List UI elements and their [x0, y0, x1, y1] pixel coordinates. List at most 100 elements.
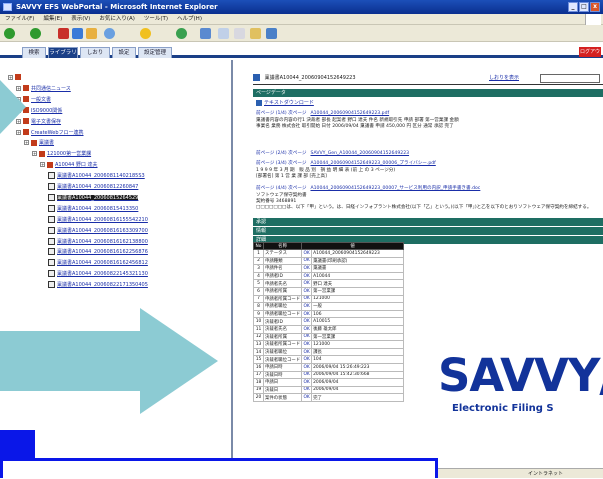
table-row: 19 決裁日 OK 2006/09/04 — [253, 385, 404, 395]
row-value: 106 — [311, 309, 404, 319]
window-titlebar: SAVVY EFS WebPortal - Microsoft Internet… — [0, 0, 603, 14]
show-bookmark-link[interactable]: しおりを表示 — [489, 72, 519, 85]
row-status: OK — [301, 347, 313, 357]
row-status: OK — [301, 393, 313, 402]
tree-label: CreateWebフロー連携 — [31, 129, 84, 136]
menu-favorites[interactable]: お気に入り(A) — [99, 14, 135, 24]
text-download-link[interactable]: テキストダウンロード — [256, 99, 314, 106]
print-icon[interactable] — [234, 28, 245, 39]
row-number: 14 — [253, 347, 264, 357]
expand-icon[interactable]: + — [8, 74, 13, 80]
tab-bookmarks[interactable]: しおり — [80, 47, 110, 58]
tree-document[interactable]: 稟議書A10044_20060816162456812 — [48, 259, 148, 267]
tree-document[interactable]: 稟議書A10044_20060816155542210 — [48, 215, 148, 223]
page-nav[interactable]: 前ページ (3/4) 次ページ — [256, 161, 306, 166]
row-key: 決裁日 — [262, 385, 303, 395]
page-nav[interactable]: 前ページ (2/4) 次ページ — [256, 151, 306, 156]
highlight-block — [0, 430, 35, 458]
page-file-link[interactable]: A10044_20060904152649223_00007_サービス利用の内訳… — [310, 186, 480, 191]
document-icon — [48, 248, 55, 256]
section-approval[interactable]: 承認 — [253, 218, 603, 226]
page-file-link[interactable]: A10044_20060904152649223_00006_プライバシー.pd… — [310, 161, 435, 166]
folder-icon — [47, 161, 53, 168]
tree-document[interactable]: 稟議書A10044_20060815264529 — [48, 193, 139, 201]
tree-document[interactable]: 稟議書A10044_20060812260847 — [48, 183, 138, 190]
row-status: OK — [301, 309, 313, 319]
close-icon[interactable]: x — [590, 2, 600, 12]
back-icon[interactable] — [4, 28, 15, 39]
page-file-link[interactable]: SAVVY_Gen_A10044_20060904152649223 — [310, 151, 409, 156]
menu-file[interactable]: ファイル(F) — [5, 14, 34, 24]
section-info[interactable]: 情報 — [253, 227, 603, 235]
mail-icon[interactable] — [218, 28, 229, 39]
refresh-icon[interactable] — [72, 28, 83, 39]
download-icon — [256, 99, 262, 106]
document-icon — [48, 183, 55, 190]
section-page-data[interactable]: ページデータ — [253, 89, 603, 97]
row-key: 申請者所属コード — [262, 294, 303, 304]
tree-folder[interactable]: +121000第一営業課 — [32, 150, 91, 157]
bookmark-search-input[interactable] — [540, 74, 600, 83]
table-row: 8 申請者職位 OK 一般 — [253, 302, 404, 311]
tree-folder[interactable]: + A10044 野口 達夫 — [40, 161, 98, 168]
tree-document[interactable]: 稟議書A10044_20060822145321130 — [48, 270, 148, 278]
tab-search[interactable]: 検索 — [22, 47, 46, 58]
minimize-icon[interactable]: _ — [568, 2, 578, 12]
tree-document[interactable]: 稟議書A10044_20060816162138800 — [48, 237, 148, 245]
messenger-icon[interactable] — [266, 28, 277, 39]
row-number: 8 — [253, 302, 264, 311]
stop-icon[interactable] — [58, 28, 69, 39]
tree-label: 121000第一営業課 — [47, 151, 92, 158]
expand-icon[interactable]: + — [32, 151, 37, 157]
page-nav[interactable]: 前ページ (4/4) 次ページ — [256, 186, 306, 191]
page-file-link[interactable]: A10044_20060904152649223.pdf — [310, 111, 389, 116]
row-value: 一般 — [311, 302, 404, 311]
brand-tagline: Electronic Filing S — [452, 403, 554, 414]
page-entry: 前ページ (4/4) 次ページ A10044_20060904152649223_… — [256, 185, 480, 191]
row-status: OK — [301, 385, 313, 395]
tree-document[interactable]: 稟議書A10044_20060816163309700 — [48, 226, 148, 234]
row-number: 1 — [253, 249, 264, 258]
favorites-icon[interactable] — [140, 28, 151, 39]
forward-icon[interactable] — [30, 28, 41, 39]
menu-edit[interactable]: 編集(E) — [43, 14, 62, 24]
highlight-frame — [0, 458, 438, 478]
logout-button[interactable]: ログアウト — [579, 47, 601, 65]
row-key: 申請日時 — [262, 362, 303, 372]
tree-document[interactable]: 稟議書A10044_20060815413350 — [48, 204, 138, 212]
row-status: OK — [301, 362, 313, 372]
row-key: 決裁者所属 — [262, 332, 303, 342]
maximize-icon[interactable]: □ — [579, 2, 589, 12]
tree-document[interactable]: 稟議書A10044_20060811402185S3 — [48, 172, 145, 180]
menu-help[interactable]: ヘルプ(H) — [177, 14, 202, 24]
tab-settings-admin[interactable]: 設定管理 — [138, 47, 172, 58]
media-icon[interactable] — [176, 28, 187, 39]
tree-document[interactable]: 稟議書A10044_20060822171350405 — [48, 281, 148, 289]
expand-icon[interactable]: + — [24, 140, 29, 146]
status-bar: イントラネット — [438, 468, 603, 478]
status-zone: イントラネット — [528, 471, 564, 477]
col-name: 名称 — [262, 242, 303, 250]
row-number: 3 — [253, 264, 264, 273]
row-value: 121000 — [311, 294, 404, 304]
tab-settings[interactable]: 設定 — [112, 47, 136, 58]
tree-document[interactable]: 稟議書A10044_20060816162256876 — [48, 248, 148, 256]
tab-library[interactable]: ライブラリ — [48, 47, 78, 58]
document-icon — [48, 215, 55, 223]
search-icon[interactable] — [104, 28, 115, 39]
row-key: 決裁者氏名 — [262, 324, 303, 334]
table-row: 16 申請日時 OK 2006/09/04 15:26:49:223 — [253, 362, 404, 372]
history-icon[interactable] — [200, 28, 211, 39]
col-value: 値 — [301, 242, 404, 250]
tree-folder[interactable]: + CreateWebフロー連携 — [16, 129, 84, 136]
menu-tools[interactable]: ツール(T) — [144, 14, 168, 24]
table-row: 18 申請日 OK 2006/09/04 — [253, 378, 404, 387]
page-nav[interactable]: 前ページ (1/4) 次ページ — [256, 111, 306, 116]
tree-folder[interactable]: + 稟議書 — [24, 139, 54, 146]
expand-icon[interactable]: + — [40, 162, 45, 168]
row-value: 121000 — [311, 340, 404, 349]
home-icon[interactable] — [86, 28, 97, 39]
menu-view[interactable]: 表示(V) — [71, 14, 90, 24]
edit-icon[interactable] — [250, 28, 261, 39]
tree-label: 稟議書A10044_20060816162138800 — [57, 238, 148, 245]
